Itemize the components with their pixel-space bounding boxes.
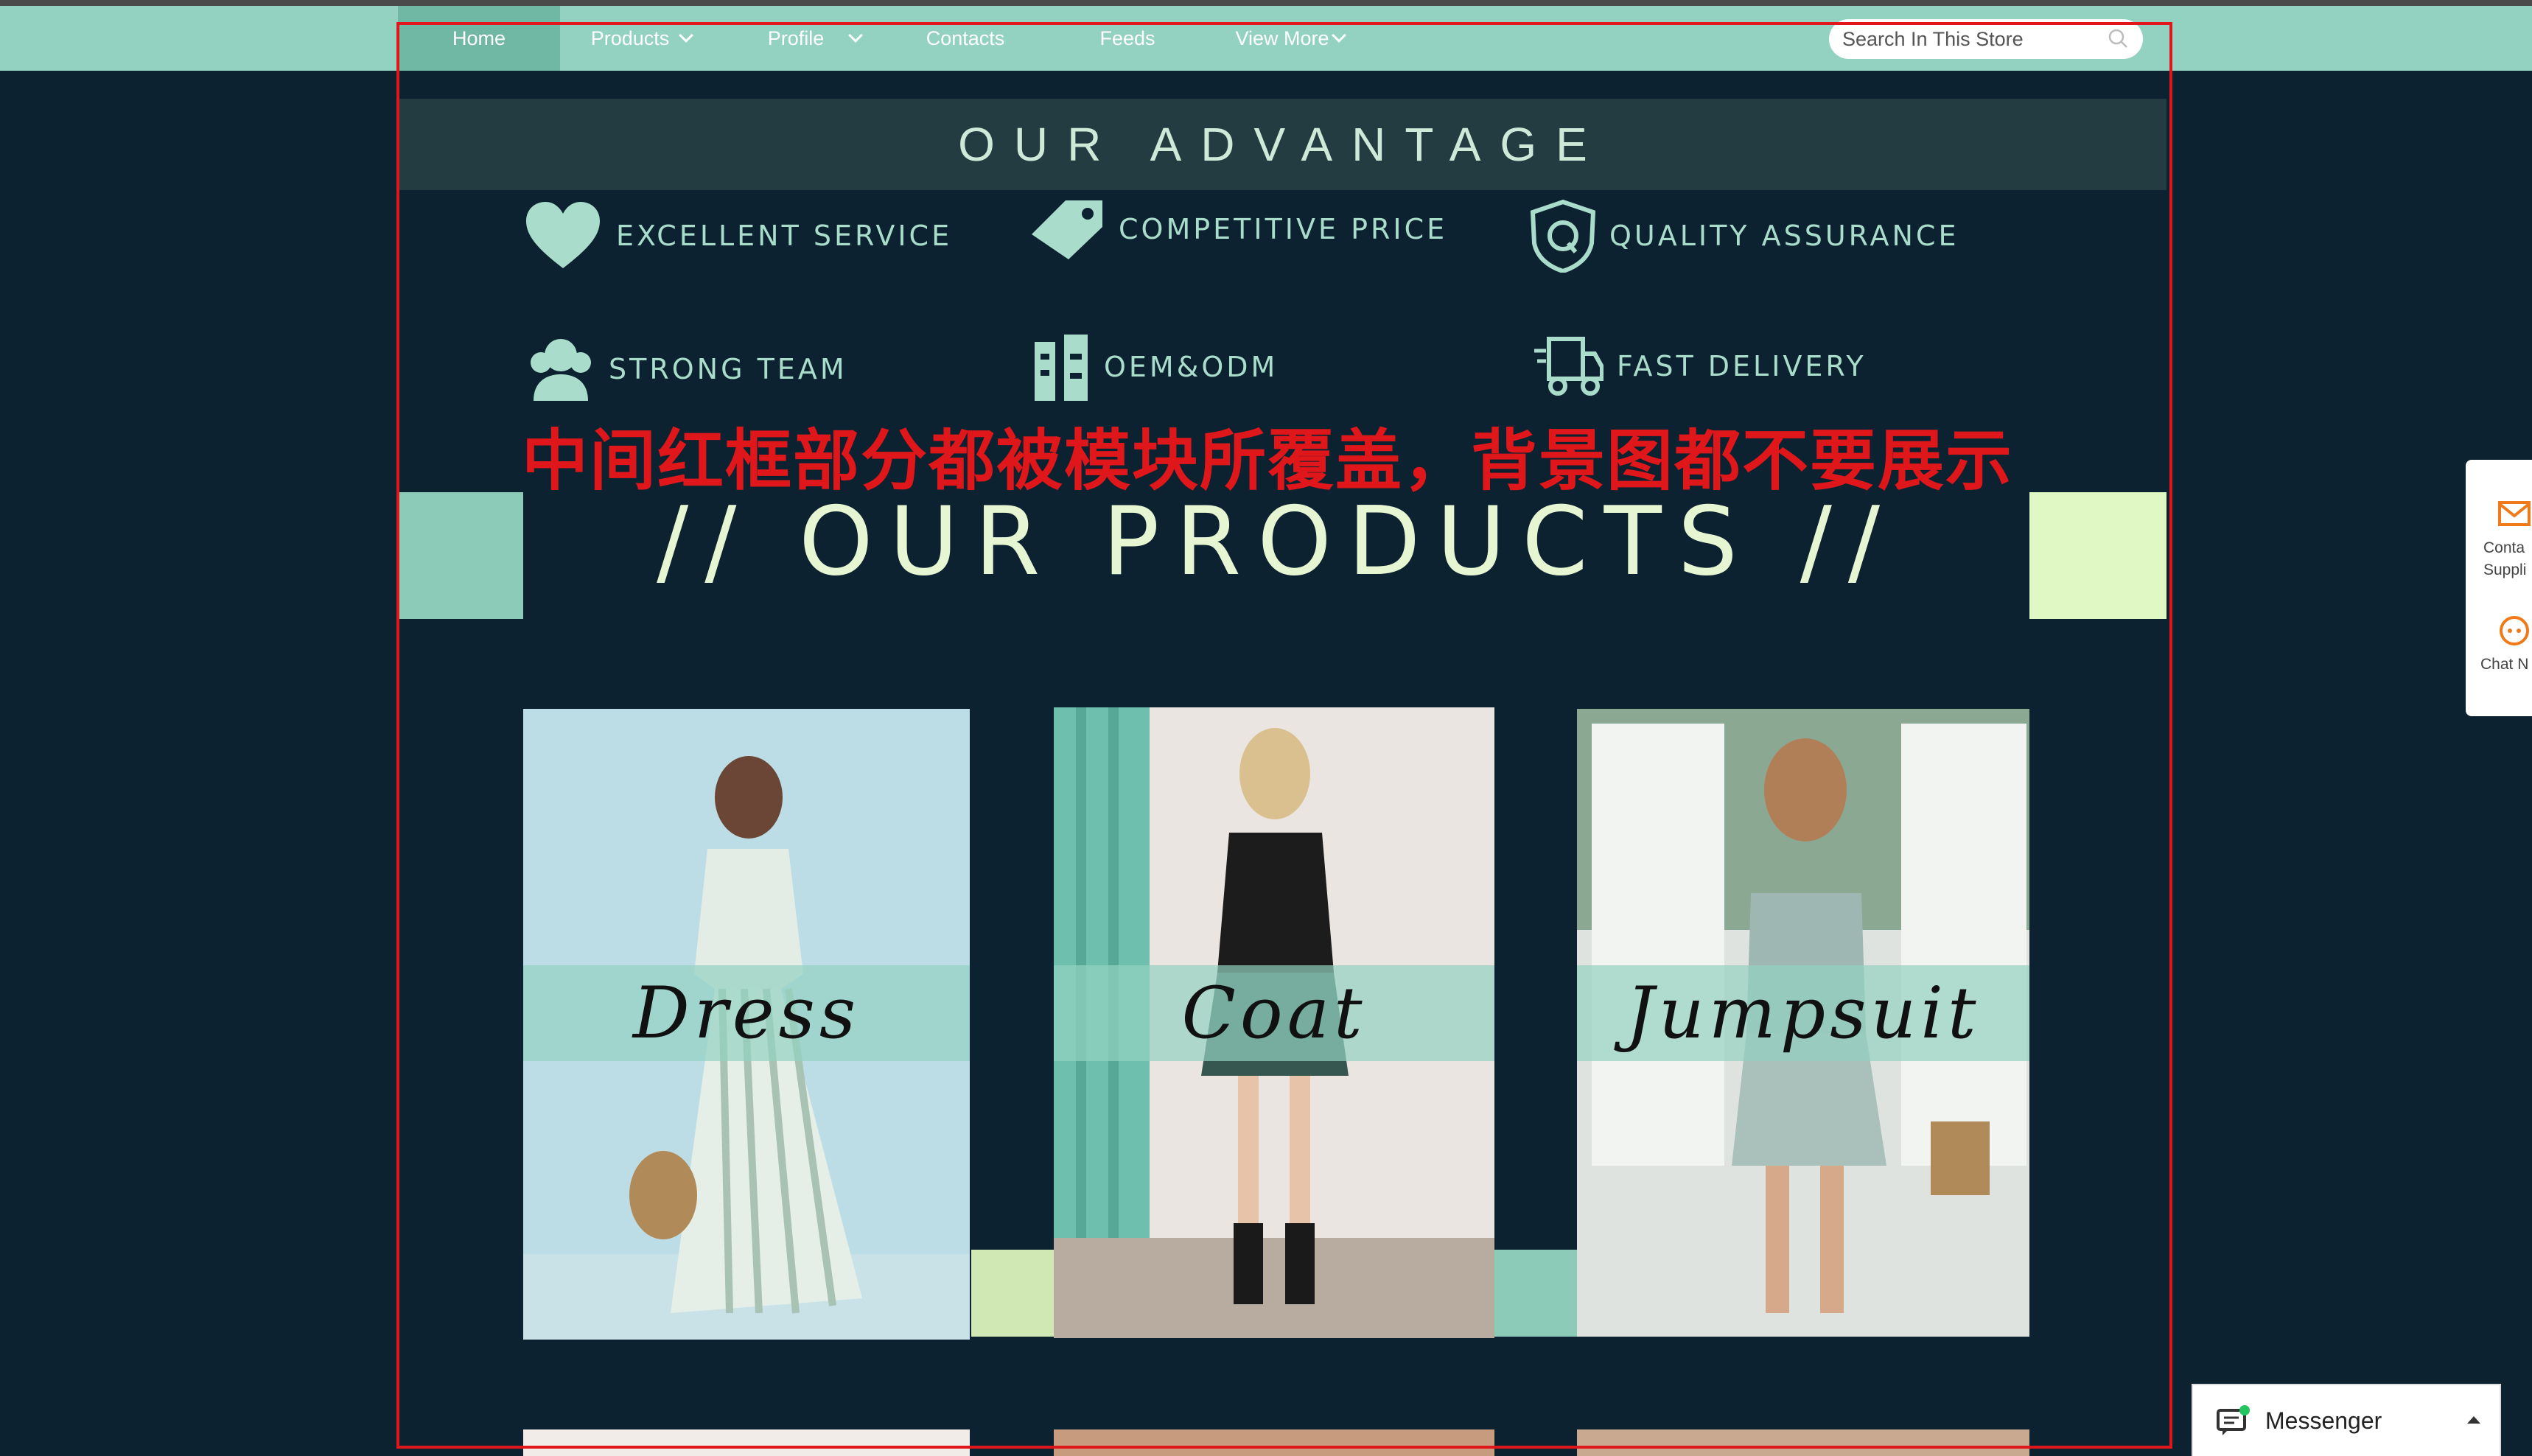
- caret-up-icon[interactable]: [2467, 1416, 2480, 1424]
- contact-supplier-label-1[interactable]: Conta: [2483, 539, 2525, 557]
- advantage-item-oem: OEM&ODM: [1032, 332, 1278, 402]
- nav-contacts[interactable]: Contacts: [906, 6, 1024, 71]
- nav-profile[interactable]: Profile: [744, 6, 884, 71]
- search-placeholder: Search In This Store: [1842, 27, 2024, 50]
- nav-profile-label: Profile: [767, 27, 825, 49]
- factory-icon: [1035, 335, 1088, 401]
- envelope-icon[interactable]: [2498, 501, 2531, 526]
- advantage-item-price: COMPETITIVE PRICE: [1029, 197, 1447, 261]
- nav-contacts-label: Contacts: [926, 27, 1005, 49]
- search-icon[interactable]: [2108, 28, 2128, 49]
- messenger-label: Messenger: [2265, 1407, 2382, 1434]
- product-card-jumpsuit[interactable]: Jumpsuit: [1577, 709, 2029, 1337]
- nav-feeds-label: Feeds: [1099, 27, 1155, 49]
- truck-icon: [1534, 337, 1604, 396]
- nav-feeds[interactable]: Feeds: [1069, 6, 1186, 71]
- price-tag-icon: [1032, 200, 1102, 259]
- advantage-label: OEM&ODM: [1104, 351, 1279, 383]
- nav-home[interactable]: Home: [398, 6, 560, 71]
- nav-products[interactable]: Products: [567, 6, 715, 71]
- chat-icon[interactable]: [2498, 615, 2531, 647]
- decor-square-right: [2029, 492, 2166, 619]
- decor-block-lime: [971, 1250, 1054, 1337]
- decor-square-left: [398, 492, 523, 619]
- nav-view-more-label: View More: [1235, 27, 1329, 49]
- advantage-label: EXCELLENT SERVICE: [616, 220, 953, 252]
- contact-side-panel: Conta Suppli Chat N: [2466, 460, 2532, 716]
- advantage-title: OUR ADVANTAGE: [958, 118, 1606, 171]
- team-icon: [531, 339, 591, 401]
- quality-shield-icon: [1530, 199, 1596, 273]
- advantage-label: COMPETITIVE PRICE: [1119, 213, 1448, 245]
- product-label: Dress: [632, 972, 861, 1054]
- advantage-item-team: STRONG TEAM: [526, 336, 847, 402]
- advantage-label: STRONG TEAM: [609, 353, 847, 385]
- heart-icon: [526, 202, 600, 268]
- product-card-coat[interactable]: Coat: [1054, 707, 1494, 1338]
- card-label-band: Dress: [523, 965, 970, 1061]
- messenger-widget[interactable]: Messenger: [2192, 1384, 2501, 1456]
- advantage-label: FAST DELIVERY: [1617, 350, 1867, 382]
- advantage-item-quality: QUALITY ASSURANCE: [1530, 199, 1959, 273]
- card-label-band: Jumpsuit: [1577, 965, 2029, 1061]
- nav-view-more[interactable]: View More: [1216, 6, 1363, 71]
- decor-block-mint: [1494, 1250, 1577, 1337]
- advantage-item-service: EXCELLENT SERVICE: [523, 200, 952, 271]
- contact-supplier-label-2[interactable]: Suppli: [2483, 561, 2526, 579]
- chevron-down-icon: [848, 28, 864, 43]
- product-card-dress[interactable]: Dress: [523, 709, 970, 1340]
- chevron-down-icon: [679, 28, 694, 43]
- product-card-partial[interactable]: [1577, 1429, 2029, 1456]
- advantage-item-delivery: FAST DELIVERY: [1533, 335, 1867, 398]
- product-label: Jumpsuit: [1626, 972, 1981, 1054]
- nav-home-label: Home: [452, 27, 506, 49]
- chevron-down-icon: [1331, 28, 1346, 43]
- card-label-band: Coat: [1054, 965, 1494, 1061]
- product-card-partial[interactable]: [523, 1429, 970, 1456]
- advantage-label: QUALITY ASSURANCE: [1609, 220, 1959, 252]
- store-search-input[interactable]: Search In This Store: [1829, 19, 2143, 59]
- products-title: // OUR PRODUCTS //: [657, 486, 1896, 597]
- chat-now-label[interactable]: Chat N: [2480, 656, 2528, 673]
- nav-products-label: Products: [590, 27, 670, 49]
- messenger-icon: [2217, 1405, 2250, 1435]
- browser-top-line: [0, 0, 2532, 6]
- product-card-partial[interactable]: [1054, 1429, 1494, 1456]
- product-label: Coat: [1181, 972, 1367, 1054]
